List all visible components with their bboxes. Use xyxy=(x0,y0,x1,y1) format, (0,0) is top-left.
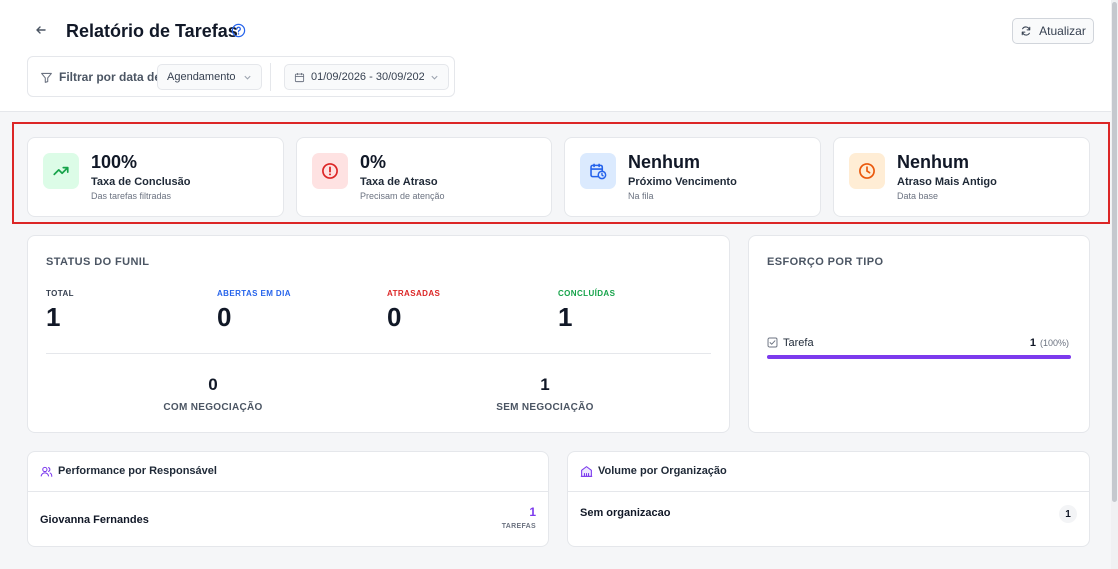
effort-progress-fill xyxy=(767,355,1071,359)
kpi-icon-box xyxy=(580,153,616,189)
responsible-task-count: 1 xyxy=(529,505,536,519)
kpi-value: 0% xyxy=(360,152,387,172)
kpi-icon-box xyxy=(43,153,79,189)
kpi-value: Nenhum xyxy=(897,152,969,172)
panel-title: ESFORÇO POR TIPO xyxy=(767,256,884,268)
back-arrow-icon[interactable] xyxy=(33,22,49,38)
kpi-card-next-due: Nenhum Próximo Vencimento Na fila xyxy=(564,137,821,217)
kpi-subtitle: Das tarefas filtradas xyxy=(91,191,172,201)
organization-count-badge: 1 xyxy=(1059,505,1077,523)
kpi-icon-box xyxy=(849,153,885,189)
stat-label-overdue: ATRASADAS xyxy=(387,289,441,298)
stat-value-total: 1 xyxy=(46,302,61,332)
kpi-card-overdue-rate: 0% Taxa de Atraso Precisam de atenção xyxy=(296,137,552,217)
responsible-name: Giovanna Fernandes xyxy=(40,514,149,526)
page-title: Relatório de Tarefas xyxy=(66,21,238,41)
kpi-label: Taxa de Atraso xyxy=(360,176,438,188)
effort-type-count: 1 (100%) xyxy=(1030,337,1069,349)
effort-type-label: Tarefa xyxy=(783,337,814,349)
filter-icon xyxy=(41,72,52,83)
panel-header: Volume por Organização xyxy=(568,452,1089,492)
alert-circle-icon xyxy=(322,163,338,179)
kpi-card-oldest-overdue: Nenhum Atraso Mais Antigo Data base xyxy=(833,137,1090,217)
panel-title: Performance por Responsável xyxy=(58,465,217,477)
calendar-icon xyxy=(294,72,305,82)
filter-divider xyxy=(270,63,271,91)
kpi-label: Próximo Vencimento xyxy=(628,176,737,188)
without-deal-label: SEM NEGOCIAÇÃO xyxy=(496,402,594,413)
panel-title: Volume por Organização xyxy=(598,465,727,477)
kpi-card-completion: 100% Taxa de Conclusão Das tarefas filtr… xyxy=(27,137,284,217)
performance-by-responsible-panel: Performance por Responsável Giovanna Fer… xyxy=(27,451,549,547)
stat-label-total: TOTAL xyxy=(46,289,74,298)
page-scrollbar[interactable] xyxy=(1111,0,1118,569)
date-type-select[interactable]: Agendamento xyxy=(157,64,262,90)
help-icon[interactable] xyxy=(231,23,246,38)
organization-name: Sem organizacao xyxy=(580,507,671,519)
trending-up-icon xyxy=(53,166,69,176)
clock-icon xyxy=(859,163,875,179)
chevron-down-icon xyxy=(244,75,251,80)
panel-header: Performance por Responsável xyxy=(28,452,548,492)
stat-value-completed: 1 xyxy=(558,302,573,332)
kpi-label: Taxa de Conclusão xyxy=(91,176,191,188)
building-icon xyxy=(580,466,593,477)
users-icon xyxy=(40,466,53,477)
header: Relatório de Tarefas Atualizar Filtrar p… xyxy=(0,0,1118,112)
refresh-label: Atualizar xyxy=(1039,24,1086,38)
date-filter-bar: Filtrar por data de: Agendamento 01/09/2… xyxy=(27,56,455,97)
stat-label-completed: CONCLUÍDAS xyxy=(558,289,616,298)
scrollbar-thumb[interactable] xyxy=(1112,2,1117,502)
date-range-select[interactable]: 01/09/2026 - 30/09/2026 xyxy=(284,64,449,90)
checkbox-icon xyxy=(767,337,778,348)
chevron-down-icon xyxy=(431,75,438,80)
with-deal-value: 0 xyxy=(208,375,218,394)
funnel-divider xyxy=(46,353,711,354)
stat-value-overdue: 0 xyxy=(387,302,402,332)
with-deal-label: COM NEGOCIAÇÃO xyxy=(163,402,263,413)
date-type-value: Agendamento xyxy=(167,71,236,83)
stat-value-open-on-time: 0 xyxy=(217,302,232,332)
kpi-subtitle: Na fila xyxy=(628,191,654,201)
effort-count-value: 1 xyxy=(1029,337,1036,349)
kpi-value: Nenhum xyxy=(628,152,700,172)
volume-by-organization-panel: Volume por Organização Sem organizacao 1 xyxy=(567,451,1090,547)
refresh-icon xyxy=(1021,26,1031,36)
task-report-page: Relatório de Tarefas Atualizar Filtrar p… xyxy=(0,0,1118,569)
date-range-value: 01/09/2026 - 30/09/2026 xyxy=(311,71,424,83)
effort-count-percent: (100%) xyxy=(1039,338,1069,348)
kpi-icon-box xyxy=(312,153,348,189)
without-deal-value: 1 xyxy=(540,375,550,394)
effort-by-type-panel: ESFORÇO POR TIPO Tarefa 1 (100%) xyxy=(748,235,1090,433)
kpi-label: Atraso Mais Antigo xyxy=(897,176,997,188)
filter-label: Filtrar por data de: xyxy=(59,70,166,84)
stat-label-open-on-time: ABERTAS EM DIA xyxy=(217,289,291,298)
kpi-subtitle: Data base xyxy=(897,191,939,201)
panel-title: STATUS DO FUNIL xyxy=(46,256,150,268)
kpi-subtitle: Precisam de atenção xyxy=(360,191,445,201)
calendar-clock-icon xyxy=(590,163,607,180)
kpi-value: 100% xyxy=(91,152,138,172)
responsible-task-count-label: TAREFAS xyxy=(501,523,536,530)
funnel-status-panel: STATUS DO FUNIL TOTAL 1 ABERTAS EM DIA 0… xyxy=(27,235,730,433)
effort-progress-bar xyxy=(767,355,1071,359)
refresh-button[interactable]: Atualizar xyxy=(1012,18,1094,44)
